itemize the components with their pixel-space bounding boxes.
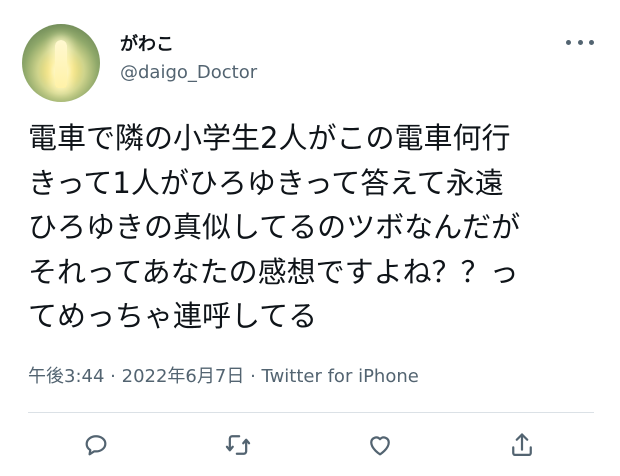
tweet-metadata: 午後3:44 · 2022年6月7日 · Twitter for iPhone xyxy=(28,362,419,388)
share-button[interactable] xyxy=(505,428,539,462)
more-dot xyxy=(589,39,594,45)
more-dot xyxy=(577,39,583,45)
tweet-source[interactable]: Twitter for iPhone xyxy=(262,366,419,387)
divider xyxy=(28,412,594,413)
meta-separator: · xyxy=(250,366,256,387)
more-dot xyxy=(566,39,571,45)
reply-button[interactable] xyxy=(79,428,113,462)
more-options-icon[interactable] xyxy=(566,34,594,50)
tweet-time[interactable]: 午後3:44 xyxy=(28,366,104,387)
share-icon xyxy=(512,433,532,457)
heart-icon xyxy=(370,436,390,456)
like-button[interactable] xyxy=(363,428,397,462)
display-name[interactable]: がわこ xyxy=(120,30,174,56)
tweet-text: 電車で隣の小学生2人がこの電車何行 きって1人がひろゆきって答えて永遠 ひろゆき… xyxy=(28,121,521,333)
avatar[interactable] xyxy=(22,24,100,102)
avatar-figure xyxy=(55,40,67,88)
tweet-date[interactable]: 2022年6月7日 xyxy=(122,366,245,387)
retweet-icon xyxy=(225,435,251,455)
reply-icon xyxy=(85,435,107,456)
username-handle[interactable]: @daigo_Doctor xyxy=(120,62,257,83)
retweet-button[interactable] xyxy=(221,428,255,462)
meta-separator: · xyxy=(110,366,116,387)
